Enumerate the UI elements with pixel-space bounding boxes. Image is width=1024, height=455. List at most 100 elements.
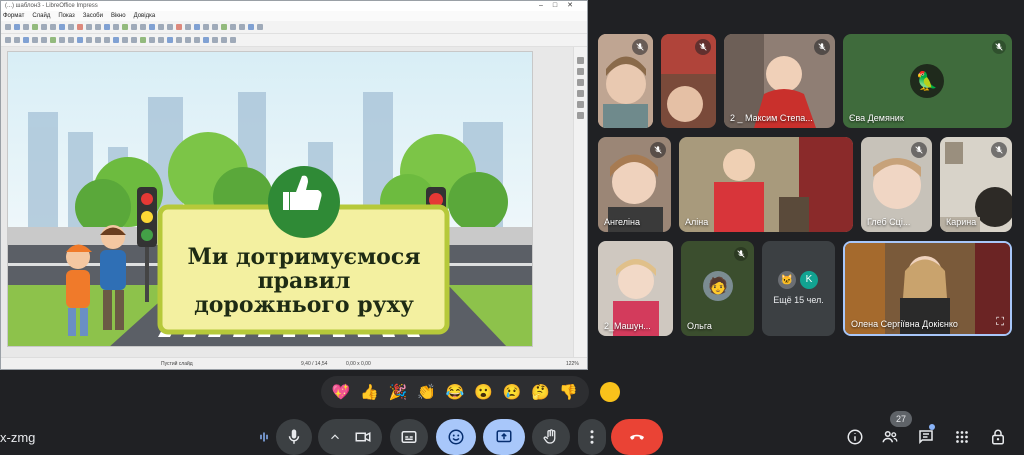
toolbar-icon[interactable] (131, 37, 137, 43)
window-controls[interactable]: –□✕ (539, 1, 583, 11)
participant-tile[interactable]: Аліна (679, 137, 853, 232)
self-view-tile[interactable]: Олена Сергіївна Докієнко ⛶ (843, 241, 1012, 336)
toolbar-icon[interactable] (95, 24, 101, 30)
host-controls-button[interactable] (988, 427, 1008, 447)
sidebar-icon[interactable] (577, 79, 584, 86)
toolbar-icon[interactable] (185, 24, 191, 30)
toolbar-icon[interactable] (41, 24, 47, 30)
toolbar-icon[interactable] (5, 24, 11, 30)
toolbar-icon[interactable] (221, 24, 227, 30)
toolbar-icon[interactable] (149, 37, 155, 43)
toolbar-icon[interactable] (104, 37, 110, 43)
toolbar-icon[interactable] (5, 37, 11, 43)
toolbar-icon[interactable] (167, 37, 173, 43)
microphone-button[interactable] (276, 419, 312, 455)
reaction-clap-icon[interactable]: 👏 (417, 385, 436, 400)
toolbar-icon[interactable] (122, 37, 128, 43)
skin-tone-picker[interactable] (600, 382, 620, 402)
status-zoom[interactable]: 122% (566, 361, 579, 367)
toolbar-icon[interactable] (50, 24, 56, 30)
slide[interactable]: Ми дотримуємося правил дорожнього руху (7, 51, 533, 347)
toolbar-icon[interactable] (68, 24, 74, 30)
reaction-sad-icon[interactable]: 😢 (503, 385, 522, 400)
menu-format[interactable]: Формат (3, 11, 24, 21)
toolbar-icon[interactable] (248, 24, 254, 30)
participant-tile[interactable]: 🦜 Єва Демяник (843, 34, 1012, 128)
menu-slide[interactable]: Слайд (32, 11, 50, 21)
menu-window[interactable]: Вікно (111, 11, 126, 21)
reaction-laugh-icon[interactable]: 😂 (446, 385, 465, 400)
toolbar-icon[interactable] (194, 24, 200, 30)
toolbar-icon[interactable] (104, 24, 110, 30)
toolbar-icon[interactable] (194, 37, 200, 43)
participant-tile[interactable]: 🧑 Ольга (681, 241, 754, 336)
toolbar-icon[interactable] (212, 37, 218, 43)
more-participants-tile[interactable]: 🐱 K Ещё 15 чел. (762, 241, 835, 336)
toolbar-icon[interactable] (158, 37, 164, 43)
present-button[interactable] (483, 419, 525, 455)
participant-tile[interactable]: 2_Машун... (598, 241, 673, 336)
toolbar-icon[interactable] (230, 24, 236, 30)
toolbar-icon[interactable] (122, 24, 128, 30)
toolbar-icon[interactable] (113, 24, 119, 30)
chevron-up-icon[interactable] (328, 428, 342, 446)
leave-call-button[interactable] (611, 419, 663, 455)
toolbar-icon[interactable] (50, 37, 56, 43)
crop-icon[interactable]: ⛶ (996, 316, 1004, 329)
menu-help[interactable]: Довідка (134, 11, 156, 21)
toolbar-icon[interactable] (158, 24, 164, 30)
toolbar-icon[interactable] (86, 24, 92, 30)
more-options-button[interactable] (578, 419, 606, 455)
raise-hand-button[interactable] (532, 419, 570, 455)
participant-tile[interactable] (661, 34, 716, 128)
toolbar-icon[interactable] (203, 37, 209, 43)
sidebar-icon[interactable] (577, 101, 584, 108)
participant-tile[interactable]: Глеб Сці... (861, 137, 932, 232)
participant-tile[interactable]: Карина (940, 137, 1012, 232)
toolbar-icon[interactable] (176, 37, 182, 43)
toolbar-icon[interactable] (149, 24, 155, 30)
reaction-thumbs-up-icon[interactable]: 👍 (360, 385, 379, 400)
toolbar-icon[interactable] (68, 37, 74, 43)
toolbar-icon[interactable] (185, 37, 191, 43)
activities-button[interactable] (952, 427, 972, 447)
toolbar-icon[interactable] (212, 24, 218, 30)
sidebar-icon[interactable] (577, 112, 584, 119)
participant-tile[interactable]: 2 _ Максим Степа... (724, 34, 835, 128)
emoji-button[interactable] (436, 419, 476, 455)
reaction-heart-icon[interactable]: 💖 (332, 385, 351, 400)
toolbar-icon[interactable] (113, 37, 119, 43)
sidebar-icon[interactable] (577, 90, 584, 97)
toolbar-icon[interactable] (140, 24, 146, 30)
participant-tile[interactable] (598, 34, 653, 128)
participant-tile[interactable]: Ангеліна (598, 137, 671, 232)
captions-button[interactable] (390, 419, 428, 455)
toolbar-icon[interactable] (32, 24, 38, 30)
sidebar-icon[interactable] (577, 57, 584, 64)
reaction-thinking-icon[interactable]: 🤔 (531, 385, 550, 400)
toolbar-icon[interactable] (14, 24, 20, 30)
menu-tools[interactable]: Засоби (83, 11, 103, 21)
toolbar-icon[interactable] (131, 24, 137, 30)
sidebar-icon[interactable] (577, 68, 584, 75)
toolbar-icon[interactable] (239, 24, 245, 30)
toolbar-icon[interactable] (32, 37, 38, 43)
toolbar-icon[interactable] (86, 37, 92, 43)
toolbar-icon[interactable] (203, 24, 209, 30)
reaction-surprised-icon[interactable]: 😮 (474, 385, 493, 400)
toolbar-icon[interactable] (221, 37, 227, 43)
toolbar-icon[interactable] (230, 37, 236, 43)
toolbar-icon[interactable] (59, 24, 65, 30)
reaction-thumbs-down-icon[interactable]: 👎 (559, 385, 578, 400)
toolbar-icon[interactable] (167, 24, 173, 30)
toolbar-icon[interactable] (257, 24, 263, 30)
toolbar-icon[interactable] (14, 37, 20, 43)
toolbar-icon[interactable] (77, 37, 83, 43)
camera-button[interactable] (318, 419, 382, 455)
people-button[interactable] (880, 427, 900, 447)
toolbar-icon[interactable] (176, 24, 182, 30)
toolbar-icon[interactable] (95, 37, 101, 43)
menu-show[interactable]: Показ (58, 11, 74, 21)
toolbar-icon[interactable] (77, 24, 83, 30)
meeting-info-button[interactable] (845, 427, 865, 447)
